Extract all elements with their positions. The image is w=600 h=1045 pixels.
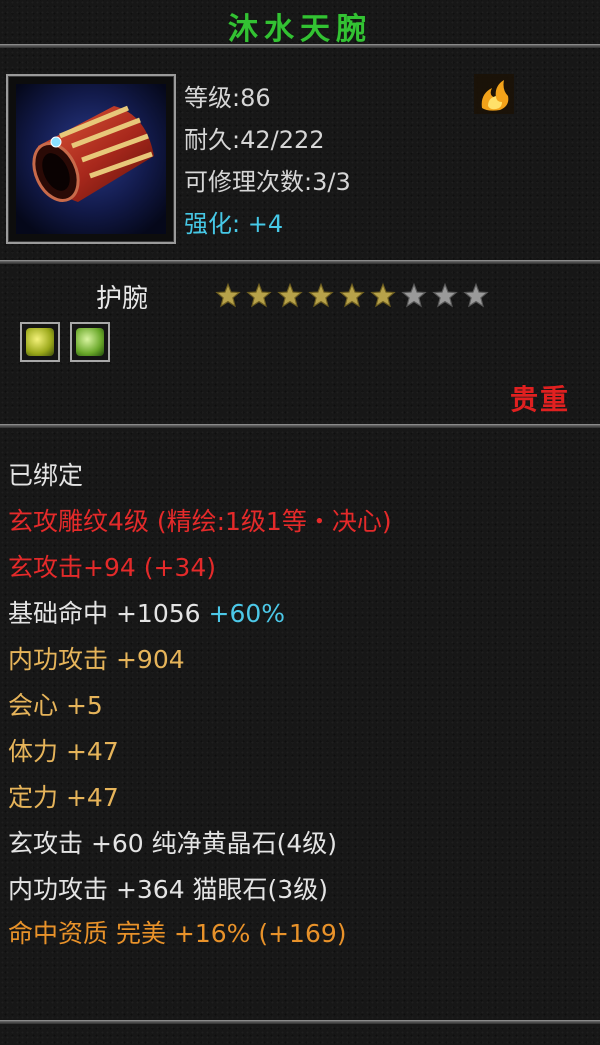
item-repair-count: 可修理次数:3/3 (184, 168, 351, 196)
green-gem-icon (76, 328, 104, 356)
focus-value: +47 (65, 783, 119, 812)
hit-name: 基础命中 (8, 599, 109, 628)
focus-line: 定力 +47 (8, 778, 119, 814)
star-filled-icon (308, 282, 334, 308)
footer-divider (0, 1020, 600, 1024)
item-level: 等级:86 (184, 84, 271, 112)
item-type: 护腕 (96, 284, 149, 314)
star-filled-icon (215, 282, 241, 308)
stamina-name: 体力 (8, 737, 59, 766)
item-durability: 耐久:42/222 (184, 126, 325, 154)
gem2-line: 内功攻击 +364 猫眼石(3级) (8, 875, 328, 904)
crit-line: 会心 +5 (8, 686, 103, 722)
bracer-icon (16, 84, 166, 234)
inner-attack-name: 内功攻击 (8, 645, 109, 674)
yellow-gem-icon (26, 328, 54, 356)
inner-attack-value: +904 (115, 645, 185, 674)
star-rating (214, 282, 493, 310)
stamina-value: +47 (65, 737, 119, 766)
header-divider (0, 44, 600, 48)
hit-line: 基础命中 +1056 +60% (8, 594, 285, 630)
gem-slot-1[interactable] (20, 322, 60, 362)
item-icon-frame (6, 74, 176, 244)
hit-value: +1056 (115, 599, 201, 628)
bound-status: 已绑定 (8, 461, 84, 490)
xuan-attack-value: +94 (+34) (83, 553, 216, 582)
item-enhance-level: 强化: +4 (184, 210, 284, 238)
rarity-label: 贵重 (509, 383, 570, 416)
star-empty-icon (463, 282, 489, 308)
aptitude-line: 命中资质 完美 +16% (+169) (8, 919, 347, 948)
tooltip-header: 沐水天腕 (0, 0, 600, 47)
star-filled-icon (370, 282, 396, 308)
stamina-line: 体力 +47 (8, 732, 119, 768)
star-empty-icon (401, 282, 427, 308)
star-filled-icon (246, 282, 272, 308)
gem1-line: 玄攻击 +60 纯净黄晶石(4级) (8, 829, 338, 858)
crit-name: 会心 (8, 691, 59, 720)
crit-value: +5 (65, 691, 103, 720)
section-divider-2 (0, 424, 600, 428)
xuan-attack-name: 玄攻击 (8, 553, 84, 582)
flame-icon (474, 74, 514, 114)
section-divider-1 (0, 260, 600, 264)
hit-bonus: +60% (208, 599, 286, 628)
star-filled-icon (277, 282, 303, 308)
inner-attack-line: 内功攻击 +904 (8, 640, 185, 676)
star-filled-icon (339, 282, 365, 308)
focus-name: 定力 (8, 783, 59, 812)
xuan-attack-line: 玄攻击+94 (+34) (8, 548, 216, 584)
gem-slot-2[interactable] (70, 322, 110, 362)
engrave-line: 玄攻雕纹4级 (精绘:1级1等・决心) (8, 507, 392, 536)
star-empty-icon (432, 282, 458, 308)
item-name: 沐水天腕 (228, 12, 372, 47)
